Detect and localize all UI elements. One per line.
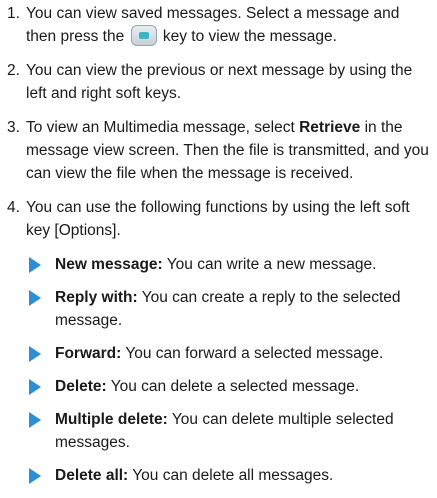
step-text: You can use the following functions by u… [26,199,410,239]
step-4: 4. You can use the following functions b… [0,196,437,242]
step-number: 3. [7,119,20,136]
manual-page: 1. You can view saved messages. Select a… [0,0,437,498]
options-list: New message: You can write a new message… [0,253,437,487]
step-number: 2. [7,62,20,79]
option-label: Delete all: [55,467,129,484]
step-3: 3. To view an Multimedia message, select… [0,116,437,185]
step-2: 2. You can view the previous or next mes… [0,59,437,105]
option-desc: You can forward a selected message. [125,345,384,362]
instruction-list: 1. You can view saved messages. Select a… [0,2,437,242]
option-desc: You can write a new message. [166,256,377,273]
option-delete: Delete: You can delete a selected messag… [27,375,437,398]
triangle-bullet-icon [29,412,41,428]
step-1: 1. You can view saved messages. Select a… [0,2,437,48]
step-text: You can view the previous or next messag… [26,62,413,102]
option-label: Forward: [55,345,122,362]
option-delete-all: Delete all: You can delete all messages. [27,464,437,487]
step-text-after-icon: key to view the message. [162,28,337,45]
triangle-bullet-icon [29,379,41,395]
step-text: To view an Multimedia message, select [26,119,295,136]
retrieve-keyword: Retrieve [299,119,361,136]
option-label: Multiple delete: [55,411,168,428]
triangle-bullet-icon [29,346,41,362]
triangle-bullet-icon [29,257,41,273]
step-number: 1. [7,5,20,22]
triangle-bullet-icon [29,468,41,484]
option-desc: You can delete a selected message. [110,378,360,395]
option-forward: Forward: You can forward a selected mess… [27,342,437,365]
option-label: Delete: [55,378,107,395]
option-reply-with: Reply with: You can create a reply to th… [27,286,437,332]
option-multiple-delete: Multiple delete: You can delete multiple… [27,408,437,454]
option-label: Reply with: [55,289,138,306]
triangle-bullet-icon [29,290,41,306]
option-new-message: New message: You can write a new message… [27,253,437,276]
step-number: 4. [7,199,20,216]
option-label: New message: [55,256,163,273]
ok-key-icon [130,25,157,46]
option-desc: You can delete all messages. [132,467,334,484]
